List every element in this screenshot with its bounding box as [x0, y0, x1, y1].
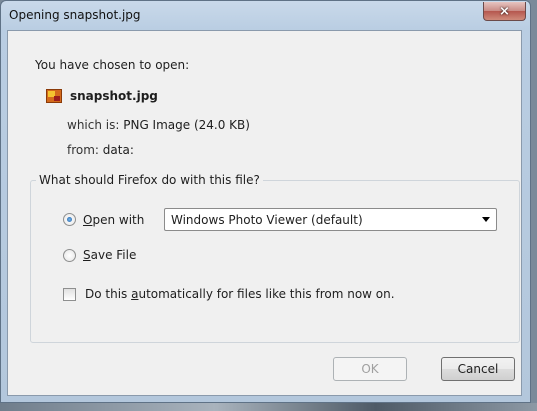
- application-select-value: Windows Photo Viewer (default): [171, 213, 363, 227]
- auto-action-label-prefix: Do this: [85, 287, 132, 301]
- close-button[interactable]: ⨯: [483, 2, 526, 21]
- open-with-label[interactable]: Open with: [83, 213, 144, 227]
- save-file-label[interactable]: Save File: [83, 248, 136, 262]
- auto-action-label-rest: utomatically for files like this from no…: [138, 287, 395, 301]
- application-select[interactable]: Windows Photo Viewer (default): [164, 208, 497, 231]
- ok-button[interactable]: OK: [333, 357, 407, 381]
- title-bar[interactable]: Opening snapshot.jpg ⨯: [1, 1, 530, 31]
- image-file-icon: [46, 89, 62, 103]
- desktop-background-strip: [0, 403, 537, 411]
- open-heading: You have chosen to open:: [35, 58, 190, 72]
- chevron-down-icon[interactable]: [482, 217, 490, 222]
- action-group-legend: What should Firefox do with this file?: [36, 173, 263, 187]
- close-icon: ⨯: [499, 3, 510, 19]
- which-is-label: which is:: [67, 118, 120, 132]
- auto-action-checkbox[interactable]: [63, 288, 76, 301]
- open-with-label-rest: pen with: [92, 213, 145, 227]
- file-name: snapshot.jpg: [70, 89, 158, 103]
- auto-action-label[interactable]: Do this automatically for files like thi…: [85, 287, 395, 301]
- file-source-row: from: data:: [67, 143, 134, 157]
- file-type-row: which is: PNG Image (24.0 KB): [67, 118, 250, 132]
- open-with-radio[interactable]: [63, 213, 76, 226]
- save-file-accelerator: S: [83, 248, 91, 262]
- from-label: from:: [67, 143, 99, 157]
- save-file-radio[interactable]: [63, 249, 76, 262]
- window-title: Opening snapshot.jpg: [9, 8, 141, 22]
- file-type-value: PNG Image (24.0 KB): [123, 118, 250, 132]
- save-file-label-rest: ave File: [90, 248, 137, 262]
- cancel-button[interactable]: Cancel: [441, 357, 515, 381]
- file-source-value: data:: [102, 143, 134, 157]
